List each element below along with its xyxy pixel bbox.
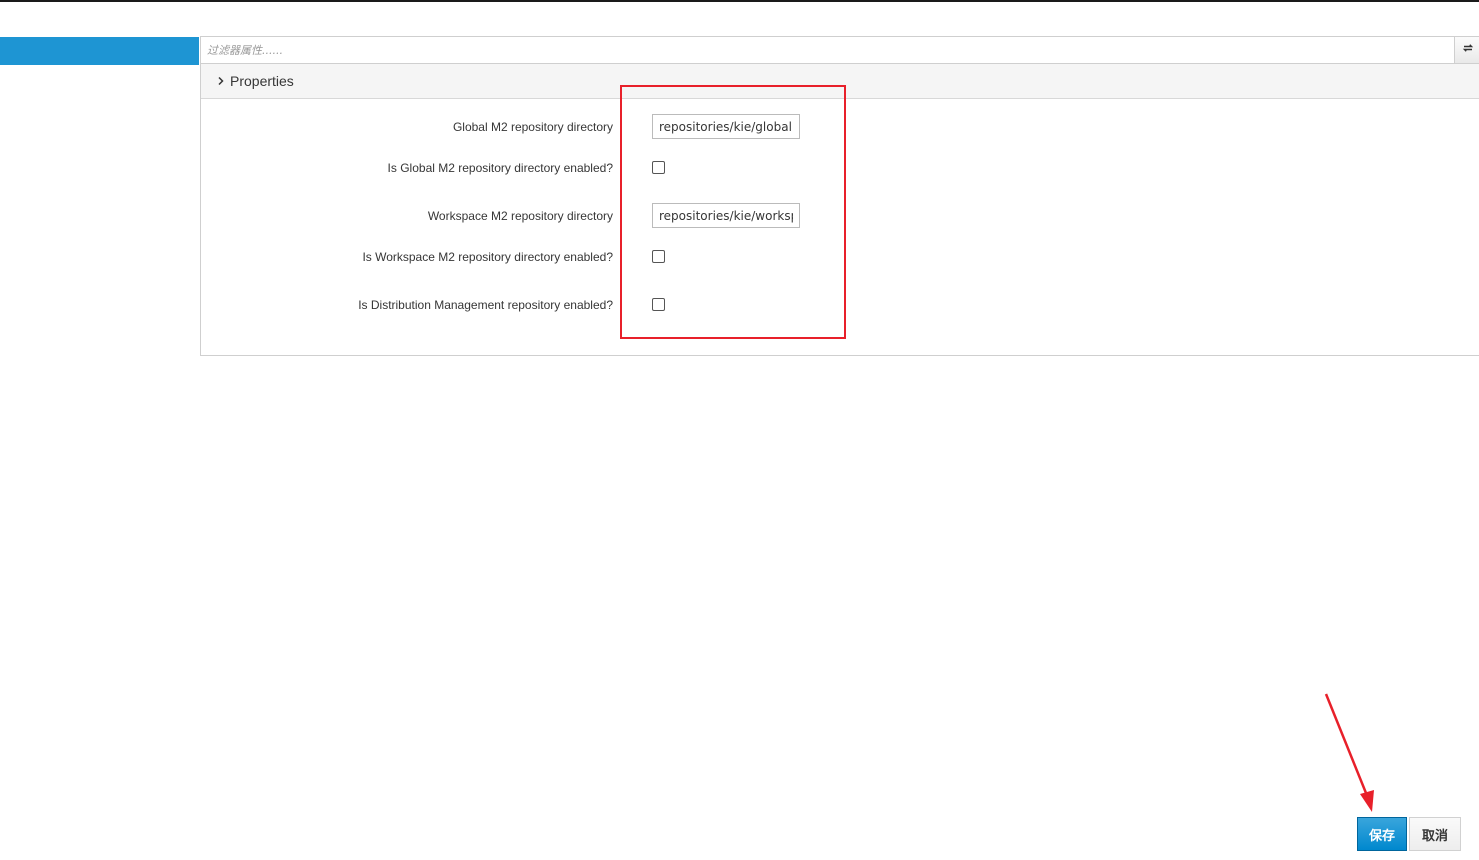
form-row-workspace-dir: Workspace M2 repository directory (201, 201, 1479, 231)
distribution-management-enabled-checkbox[interactable] (652, 298, 665, 311)
field-label: Workspace M2 repository directory (427, 209, 613, 223)
refresh-icon (1462, 41, 1474, 59)
field-label: Is Global M2 repository directory enable… (387, 161, 613, 175)
form-row-global-enabled: Is Global M2 repository directory enable… (201, 153, 1479, 183)
annotation-arrow (1324, 693, 1374, 812)
workspace-m2-directory-input[interactable] (652, 203, 800, 228)
sidebar-item-active[interactable] (0, 37, 199, 65)
global-m2-enabled-checkbox[interactable] (652, 161, 665, 174)
workspace-m2-enabled-checkbox[interactable] (652, 250, 665, 263)
filter-properties-input[interactable] (201, 37, 1451, 63)
properties-panel: Properties Global M2 repository director… (200, 36, 1479, 356)
field-label: Is Distribution Management repository en… (358, 298, 613, 312)
form-row-global-dir: Global M2 repository directory (201, 112, 1479, 142)
top-divider (0, 0, 1479, 2)
properties-section-header[interactable]: Properties (201, 64, 1479, 99)
refresh-button[interactable] (1454, 37, 1479, 63)
global-m2-directory-input[interactable] (652, 114, 800, 139)
form-row-workspace-enabled: Is Workspace M2 repository directory ena… (201, 242, 1479, 272)
form-row-distribution-enabled: Is Distribution Management repository en… (201, 290, 1479, 320)
cancel-button[interactable]: 取消 (1409, 817, 1461, 851)
save-button[interactable]: 保存 (1357, 817, 1407, 851)
field-label: Is Workspace M2 repository directory ena… (362, 250, 613, 264)
section-title: Properties (230, 73, 294, 89)
filter-bar (201, 37, 1479, 64)
field-label: Global M2 repository directory (452, 120, 613, 134)
chevron-right-icon (215, 75, 227, 87)
